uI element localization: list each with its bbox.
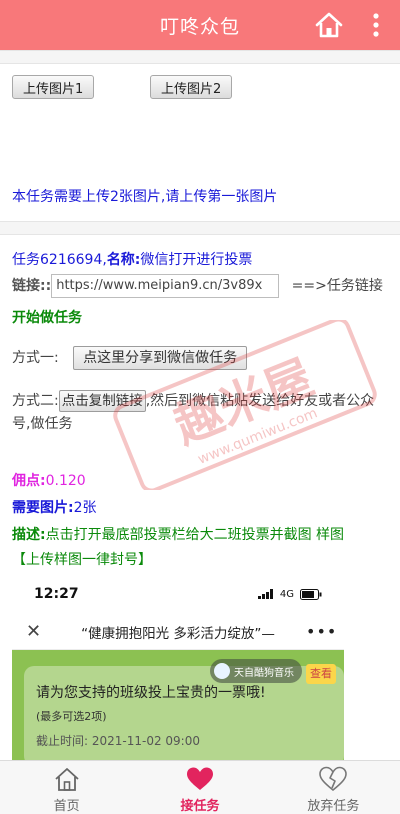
network-type: 4G (279, 588, 294, 600)
task-id: 6216694 (40, 252, 103, 268)
link-suffix: ==>任务链接 (291, 278, 383, 294)
method1-line: 方式一: 点这里分享到微信做任务 (12, 346, 248, 370)
broken-heart-icon (319, 766, 348, 792)
tab-accept-task[interactable]: 接任务 (133, 761, 266, 814)
section-divider (0, 221, 400, 235)
task-link-line: 链接:: https://www.meipian9.cn/3v89x ==>任务链… (12, 274, 383, 298)
music-disc-icon (214, 663, 230, 679)
bottom-tab-bar: 首页 接任务 放弃任务 (0, 760, 400, 814)
phone-time: 12:27 (34, 586, 79, 602)
images-value: 2张 (73, 500, 97, 516)
link-field[interactable]: https://www.meipian9.cn/3v89x (51, 274, 280, 298)
music-label: 天自酷狗音乐 (234, 667, 294, 679)
commission-value: 0.120 (45, 473, 86, 489)
task-title-line: 任务6216694,名称:微信打开进行投票 (12, 252, 253, 268)
sample-screenshot: 12:27 4G ✕ “健康拥抱阳光 多彩活力绽放”— ••• 请为您支持的班级… (12, 574, 344, 760)
method2-paragraph: 方式二: 点击复制链接 ,然后到微信粘贴发送给好友或者公众号,做任务 (12, 390, 390, 436)
vote-deadline: 截止时间: 2021-11-02 09:00 (36, 734, 200, 748)
description-text: 点击打开最底部投票栏给大二班投票并截图 样图 (45, 527, 345, 543)
close-icon: ✕ (26, 621, 42, 642)
tab-accept-task-label: 接任务 (180, 799, 220, 814)
vote-prompt: 请为您支持的班级投上宝贵的一票哦! (36, 685, 266, 701)
home-icon[interactable] (314, 11, 344, 39)
section-divider (0, 50, 400, 64)
share-to-wechat-button[interactable]: 点这里分享到微信做任务 (73, 346, 248, 370)
signal-icon (257, 589, 273, 599)
more-vertical-icon[interactable] (366, 12, 386, 38)
upload-image-2-button[interactable]: 上传图片2 (150, 75, 233, 99)
battery-icon (300, 588, 322, 600)
phone-status-icons: 4G (257, 588, 322, 600)
task-id-label: 任务 (12, 252, 40, 268)
description-line: 描述:点击打开最底部投票栏给大二班投票并截图 样图 (12, 524, 344, 544)
wechat-nav-bar: ✕ “健康拥抱阳光 多彩活力绽放”— ••• (12, 614, 344, 650)
phone-status-bar: 12:27 4G (12, 574, 344, 614)
start-task-label: 开始做任务 (12, 310, 82, 326)
method2-label: 方式二: (12, 393, 59, 409)
method1-label: 方式一: (12, 350, 59, 366)
copy-link-button[interactable]: 点击复制链接 (58, 390, 146, 412)
images-label: 需要图片: (12, 500, 74, 516)
task-name: 微信打开进行投票 (140, 252, 253, 268)
commission-line: 佣点:0.120 (12, 470, 86, 490)
view-badge: 查看 (306, 664, 336, 684)
more-horizontal-icon: ••• (306, 622, 338, 641)
upload-image-1-button[interactable]: 上传图片1 (12, 75, 95, 99)
description-note: 【上传样图一律封号】 (12, 552, 152, 568)
tab-home-label: 首页 (53, 799, 80, 814)
tab-abandon-task[interactable]: 放弃任务 (267, 761, 400, 814)
commission-label: 佣点: (12, 473, 46, 489)
task-name-label: 名称: (106, 252, 141, 268)
tab-abandon-task-label: 放弃任务 (307, 799, 360, 814)
sample-page-title: “健康拥抱阳光 多彩活力绽放”— (81, 625, 275, 642)
heart-icon (186, 767, 213, 790)
page-title: 叮咚众包 (159, 15, 240, 38)
home-icon (55, 768, 79, 791)
tab-home[interactable]: 首页 (0, 761, 133, 814)
music-badge: 天自酷狗音乐 (210, 659, 302, 683)
vote-limit: (最多可选2项) (36, 710, 107, 723)
description-label: 描述: (12, 527, 46, 543)
link-label: 链接:: (12, 278, 52, 294)
upload-hint: 本任务需要上传2张图片,请上传第一张图片 (12, 189, 278, 205)
images-line: 需要图片:2张 (12, 497, 97, 517)
app-header: 叮咚众包 (0, 0, 400, 50)
